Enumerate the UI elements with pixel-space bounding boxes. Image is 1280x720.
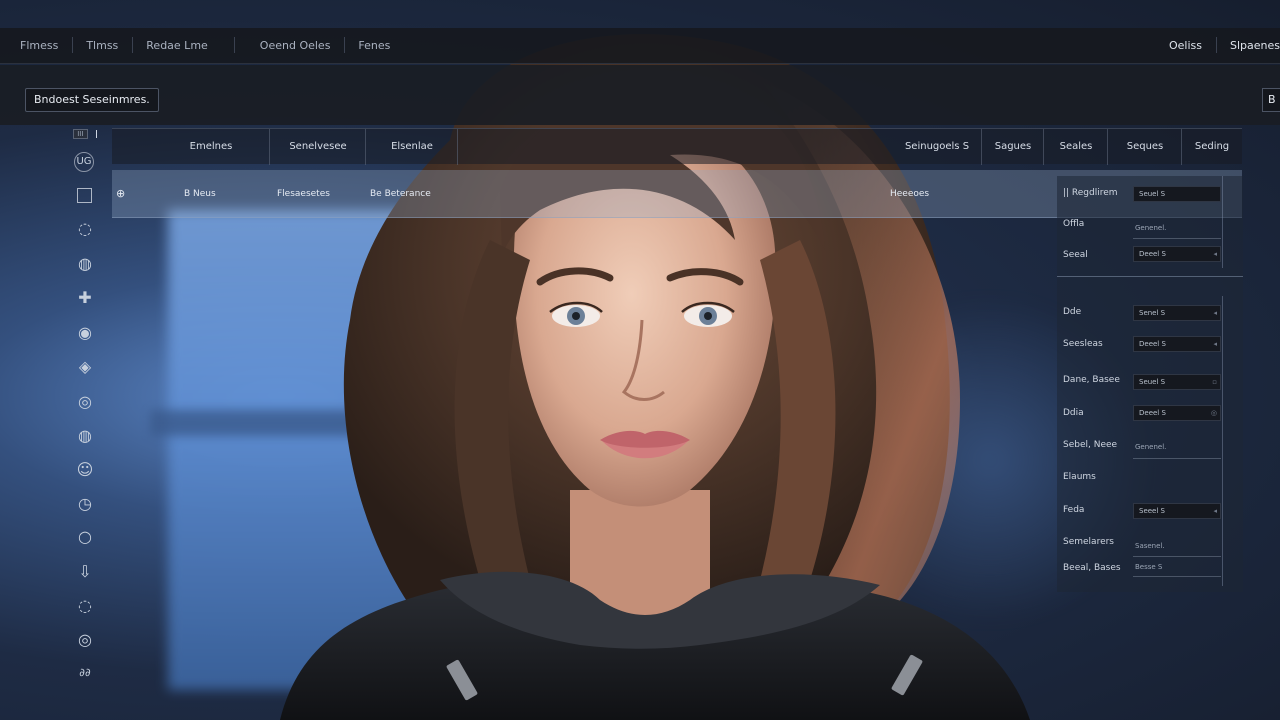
cube-icon[interactable]: ◌	[74, 218, 96, 240]
menu-left: Flmess Tlmss Redae Lme Oeend Oeles Fenes	[0, 28, 404, 63]
prop-label: Semelarers	[1063, 537, 1114, 547]
rail-top: III	[73, 128, 97, 140]
table-header: Emelnes Senelvesee Elsenlae Seinugoels S…	[112, 128, 1242, 165]
prop-field-value: Senel S	[1139, 309, 1166, 317]
rail-mini-label[interactable]: III	[73, 129, 88, 139]
panel-scrollbar-top[interactable]	[1222, 176, 1223, 268]
prop-label: || Regdlirem	[1063, 188, 1118, 198]
prop-label: Sebel, Neee	[1063, 440, 1118, 450]
prop-underline	[1133, 576, 1221, 577]
properties-panel: || Regdlirem Seuel S Offla Genenel. Seea…	[1057, 176, 1243, 592]
table-cell: Flesaesetes	[277, 189, 330, 199]
prop-field-value: Seuel S	[1139, 190, 1166, 198]
prop-value[interactable]: Besse S	[1135, 563, 1162, 571]
settings-icon[interactable]: ◎	[74, 391, 96, 413]
rail-tick	[95, 130, 97, 138]
column-header[interactable]: Sagues	[982, 129, 1044, 165]
circle-icon[interactable]: UG	[74, 152, 94, 172]
prop-field[interactable]: Deeel S ◎	[1133, 405, 1221, 421]
prop-label: Beeal, Bases	[1063, 563, 1121, 573]
prop-underline	[1133, 458, 1221, 459]
prop-label: Feda	[1063, 505, 1085, 515]
prop-value[interactable]: Genenel.	[1135, 443, 1166, 451]
prop-field-value: Deeel S	[1139, 250, 1166, 258]
menu-right: Oeliss Slpaenes	[1155, 28, 1280, 63]
column-header[interactable]: Emelnes	[152, 129, 270, 165]
table-cell: Heeeoes	[890, 189, 930, 199]
globe-icon[interactable]: ✚	[74, 287, 96, 309]
toolbar: Bndoest Seseinmres. B	[0, 65, 1280, 125]
grid-icon[interactable]: ◉	[74, 322, 96, 344]
menu-item-right-1[interactable]: Oeliss	[1155, 39, 1216, 52]
timer-icon[interactable]: ☺	[74, 459, 96, 481]
target-icon[interactable]: ◎	[74, 629, 96, 651]
panel-divider	[1057, 276, 1243, 277]
prop-field[interactable]: Deeel S ◂	[1133, 246, 1221, 262]
prop-value[interactable]: Sasenel.	[1135, 542, 1165, 550]
table-cell: B Neus	[184, 189, 216, 199]
row-checkbox[interactable]	[77, 188, 92, 203]
prop-label: Dde	[1063, 307, 1082, 317]
prop-label: Elaums	[1063, 472, 1096, 482]
prop-field-value: Seeel S	[1139, 507, 1165, 515]
chevron-icon: ◂	[1213, 507, 1217, 515]
row-type-icon: ⊕	[116, 187, 126, 200]
record-icon[interactable]: ⇩	[74, 561, 96, 583]
chevron-icon: ▫	[1212, 378, 1217, 386]
tool-rail: III UG ◌ ◍ ✚ ◉ ◈ ◎ ◍ ☺ ◷ ○ ⇩ ◌ ◎ ∂∂	[73, 128, 97, 708]
prop-underline	[1133, 238, 1221, 239]
menu-item-3[interactable]: Redae Lme	[132, 37, 234, 53]
primary-button[interactable]: Bndoest Seseinmres.	[25, 88, 159, 112]
world-icon[interactable]: ◌	[74, 595, 96, 617]
group-icon[interactable]: ∂∂	[74, 662, 96, 684]
menu-item-1[interactable]: Flmess	[0, 39, 72, 52]
menu-item-4[interactable]: Oeend Oeles	[233, 37, 345, 53]
column-header[interactable]: Seding	[1182, 129, 1242, 165]
prop-field-value: Deeel S	[1139, 340, 1166, 348]
table-cell: Be Beterance	[370, 189, 431, 199]
chevron-icon: ◂	[1213, 309, 1217, 317]
column-header[interactable]: Senelvesee	[270, 129, 366, 165]
person-icon[interactable]: ◍	[74, 425, 96, 447]
menu-bar: Flmess Tlmss Redae Lme Oeend Oeles Fenes…	[0, 28, 1280, 64]
crosshair-icon[interactable]: ◍	[74, 253, 96, 275]
portrait-image	[280, 34, 1030, 720]
prop-field[interactable]: Deeel S ◂	[1133, 336, 1221, 352]
prop-label: Seesleas	[1063, 339, 1103, 349]
column-header[interactable]: Seales	[1044, 129, 1108, 165]
prop-label: Ddia	[1063, 408, 1084, 418]
menu-item-2[interactable]: Tlmss	[72, 37, 132, 53]
prop-field[interactable]: Seuel S ▫	[1133, 374, 1221, 390]
prop-label: Dane, Basee	[1063, 375, 1120, 385]
chevron-icon: ◂	[1213, 340, 1217, 348]
settings-small-icon: ◎	[1210, 409, 1217, 417]
panel-scrollbar-bottom[interactable]	[1222, 296, 1223, 586]
download-icon[interactable]: ○	[74, 526, 96, 548]
prop-field[interactable]: Seeel S ◂	[1133, 503, 1221, 519]
prop-field-value: Deeel S	[1139, 409, 1166, 417]
chevron-icon: ◂	[1213, 250, 1217, 258]
column-header[interactable]: Elsenlae	[366, 129, 458, 165]
edge-button[interactable]: B	[1262, 88, 1280, 112]
column-header[interactable]: Seinugoels S	[892, 129, 982, 165]
prop-label: Offla	[1063, 219, 1085, 229]
menu-item-right-2[interactable]: Slpaenes	[1216, 37, 1280, 53]
prop-field-value: Seuel S	[1139, 378, 1166, 386]
prop-label: Seeal	[1063, 250, 1088, 260]
prop-field[interactable]: Senel S ◂	[1133, 305, 1221, 321]
sphere-icon[interactable]: ◈	[74, 356, 96, 378]
ring-icon[interactable]: ◷	[74, 493, 96, 515]
prop-field[interactable]: Seuel S	[1133, 186, 1221, 202]
menu-item-5[interactable]: Fenes	[344, 37, 404, 53]
column-header[interactable]: Seques	[1108, 129, 1182, 165]
prop-underline	[1133, 556, 1221, 557]
prop-value[interactable]: Genenel.	[1135, 224, 1166, 232]
